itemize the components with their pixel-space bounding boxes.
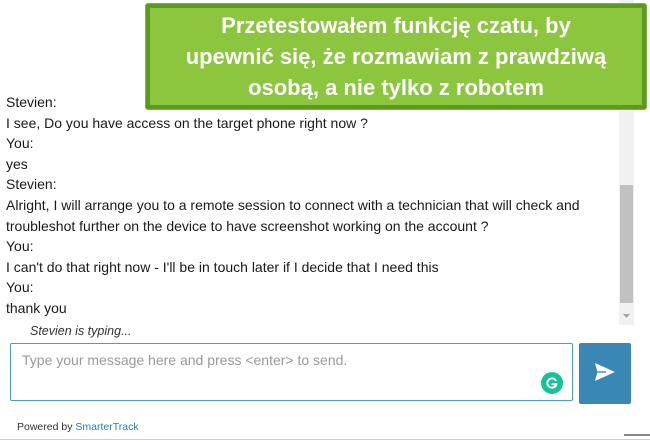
message-sender: You: — [6, 279, 34, 296]
divider — [0, 439, 650, 440]
scrollbar-thumb[interactable] — [620, 185, 633, 303]
message-text: yes — [6, 155, 28, 172]
chat-window: Stevien: I see, Do you have access on th… — [0, 0, 650, 442]
message-composer — [10, 343, 573, 401]
message-text: thank you — [6, 299, 67, 316]
message-sender: Stevien: — [6, 176, 57, 193]
send-arrow-icon — [594, 362, 616, 385]
typing-indicator: Stevien is typing... — [30, 324, 132, 338]
divider — [624, 434, 650, 442]
annotation-callout: Przetestowałem funkcję czatu, by upewnić… — [146, 4, 646, 109]
scroll-down-arrow-icon[interactable] — [619, 308, 634, 323]
message-text: troubleshot further on the device to hav… — [6, 217, 489, 234]
message-text: I can't do that right now - I'll be in t… — [6, 258, 439, 275]
send-button[interactable] — [579, 343, 631, 404]
message-text: Alright, I will arrange you to a remote … — [6, 196, 580, 213]
footer: Powered by SmarterTrack — [17, 421, 139, 433]
message-text: I see, Do you have access on the target … — [6, 114, 368, 131]
message-sender: You: — [6, 135, 34, 152]
footer-prefix: Powered by — [17, 421, 76, 433]
message-sender: You: — [6, 238, 34, 255]
chat-transcript: Stevien: I see, Do you have access on th… — [6, 92, 606, 319]
smartertrack-link[interactable]: SmarterTrack — [75, 421, 138, 433]
message-input[interactable] — [12, 345, 542, 399]
grammarly-icon[interactable] — [541, 372, 563, 394]
callout-text: Przetestowałem funkcję czatu, by upewnić… — [185, 13, 607, 100]
